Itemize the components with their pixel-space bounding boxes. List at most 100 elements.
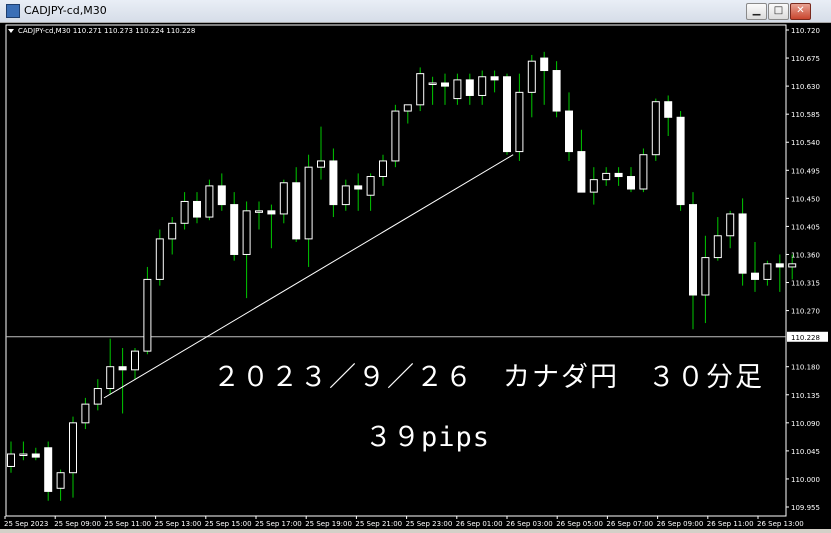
x-tick-label: 26 Sep 11:00 [707,520,754,528]
candle-body [527,60,536,93]
x-tick-label: 26 Sep 13:00 [757,520,804,528]
candle-body [267,210,276,215]
candle-body [354,185,363,190]
candle-body [279,182,288,215]
candle [304,154,313,267]
candle [317,126,325,180]
candle-body [503,76,511,153]
candle [19,441,28,461]
x-tick-label: 26 Sep 09:00 [657,520,704,528]
candle-body [515,91,524,153]
maximize-button[interactable]: □ [768,3,789,20]
candle-body [56,472,65,489]
y-tick-label: 110.450 [791,195,820,203]
x-tick-label: 25 Sep 19:00 [305,520,352,528]
candle-body [118,366,127,371]
x-tick-label: 25 Sep 23:00 [406,520,453,528]
candle [93,379,102,411]
candle [664,95,673,136]
candle-body [304,166,313,240]
candle-body [726,213,735,237]
candle-body [242,210,251,255]
title-bar[interactable]: CADJPY-cd,M30 ▁ □ ✕ [0,0,831,23]
candle-body [540,57,549,72]
candle [44,441,53,501]
candle [577,129,586,193]
candle [428,76,437,105]
y-tick-label: 110.315 [791,280,820,288]
candle-body [775,263,784,268]
candle-body [31,453,40,458]
candle-body [230,204,239,255]
candle-body [155,238,164,280]
candle [391,104,400,168]
candle-body [763,263,772,280]
candle-body [428,82,437,85]
y-tick-label: 110.540 [791,139,820,147]
x-tick-label: 25 Sep 2023 [4,520,48,528]
candle [81,397,90,430]
candle [552,61,561,118]
candle [242,201,251,299]
candle-body [93,388,102,405]
candle-body [416,73,425,106]
candle [589,167,598,205]
candle [453,73,462,105]
dropdown-triangle-icon [8,29,14,33]
candle-body [614,172,623,178]
candle-body [317,160,325,168]
candle-body [751,272,759,280]
candle [726,210,735,249]
x-tick-label: 26 Sep 07:00 [606,520,653,528]
x-tick-label: 25 Sep 13:00 [155,520,202,528]
candle-body [565,110,573,153]
candle [168,217,177,255]
candle [639,148,648,193]
candle [106,338,115,395]
candle [292,167,301,242]
y-tick-label: 110.000 [791,476,820,484]
candle-body [639,154,648,190]
candle-body [255,210,263,213]
minimize-button[interactable]: ▁ [746,3,767,20]
candle-body [441,82,449,87]
candle-body [391,110,400,162]
candle-body [143,278,152,352]
candle-body [106,366,115,390]
x-tick-label: 26 Sep 01:00 [456,520,503,528]
candle [143,266,152,355]
candle-body [19,453,28,456]
candle [713,217,722,261]
candle [255,201,263,230]
candle [701,235,710,324]
candle [279,179,288,224]
candle-body [217,185,226,206]
y-tick-label: 110.090 [791,420,820,428]
candle-body [664,101,673,118]
candle [155,229,164,286]
candle-body [788,263,797,268]
candle [205,179,214,221]
chart-header: CADJPY-cd,M30 110.271 110.273 110.224 11… [18,27,195,35]
candle-body [193,200,201,218]
candle-body [131,350,139,371]
candle [230,192,239,261]
candle [366,173,375,211]
y-tick-label: 110.180 [791,364,820,372]
y-tick-label: 110.675 [791,55,820,63]
close-button[interactable]: ✕ [790,3,811,20]
window-title: CADJPY-cd,M30 [24,4,107,17]
candle-body [7,453,15,467]
candle-body [490,76,499,81]
candle [651,98,660,161]
candle [602,167,611,186]
candle [56,469,65,501]
x-tick-label: 25 Sep 11:00 [104,520,151,528]
candle [193,192,201,224]
candle-body [329,160,338,206]
candle-body [69,422,77,474]
candle-body [292,182,301,240]
x-tick-label: 26 Sep 05:00 [556,520,603,528]
candle [131,348,139,380]
candle-body [651,101,660,156]
